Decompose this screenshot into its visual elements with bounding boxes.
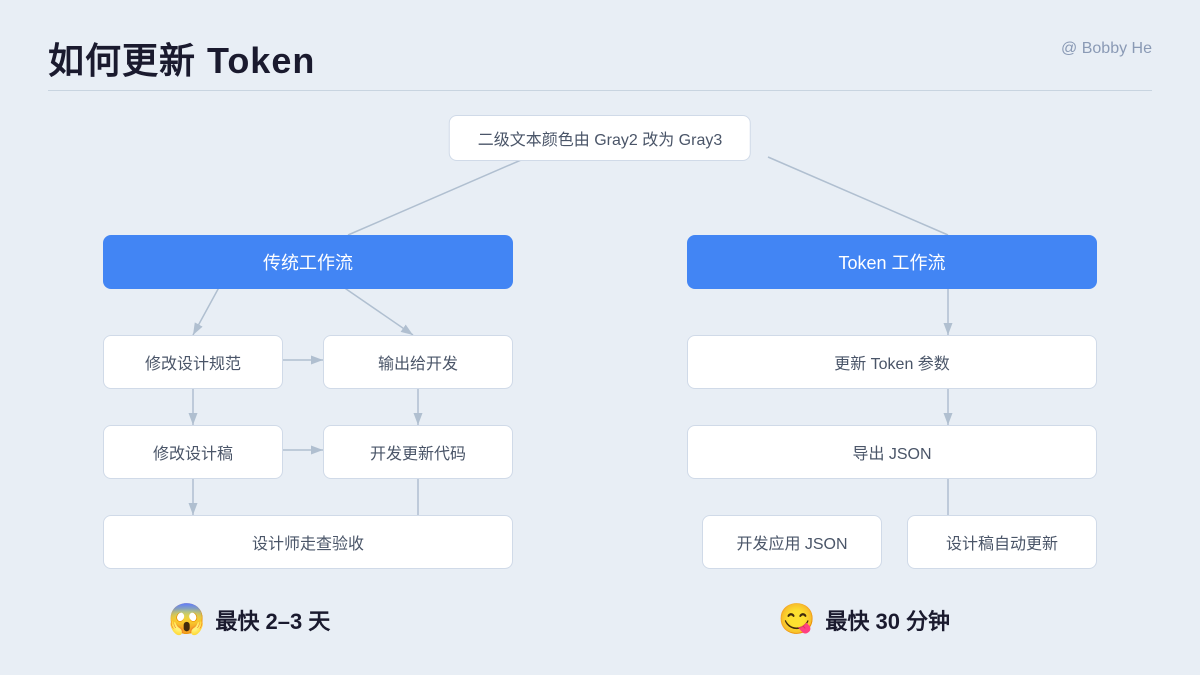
diagram: 二级文本颜色由 Gray2 改为 Gray3 传统工作流 Token 工作流 修… [48, 115, 1152, 645]
author-label: @ Bobby He [1061, 40, 1152, 58]
top-node: 二级文本颜色由 Gray2 改为 Gray3 [449, 115, 751, 161]
box-designer-check: 设计师走查验收 [103, 515, 513, 569]
box-auto-update: 设计稿自动更新 [907, 515, 1097, 569]
header-divider [48, 90, 1152, 91]
box-modify-draft: 修改设计稿 [103, 425, 283, 479]
box-output-dev: 输出给开发 [323, 335, 513, 389]
box-apply-json: 开发应用 JSON [702, 515, 882, 569]
time-label-right: 最快 30 分钟 [825, 604, 950, 636]
box-update-token: 更新 Token 参数 [687, 335, 1097, 389]
right-header-box: Token 工作流 [687, 235, 1097, 289]
box-export-json: 导出 JSON [687, 425, 1097, 479]
box-update-code: 开发更新代码 [323, 425, 513, 479]
box-modify-spec: 修改设计规范 [103, 335, 283, 389]
page: 如何更新 Token @ Bobby He [0, 0, 1200, 675]
time-label-left: 最快 2–3 天 [215, 604, 330, 636]
bottom-label-right: 😋 最快 30 分钟 [778, 602, 950, 637]
page-title: 如何更新 Token [48, 32, 315, 84]
header: 如何更新 Token @ Bobby He [48, 32, 1152, 84]
left-header-box: 传统工作流 [103, 235, 513, 289]
emoji-right: 😋 [778, 602, 815, 637]
bottom-label-left: 😱 最快 2–3 天 [168, 602, 330, 637]
emoji-left: 😱 [168, 602, 205, 637]
